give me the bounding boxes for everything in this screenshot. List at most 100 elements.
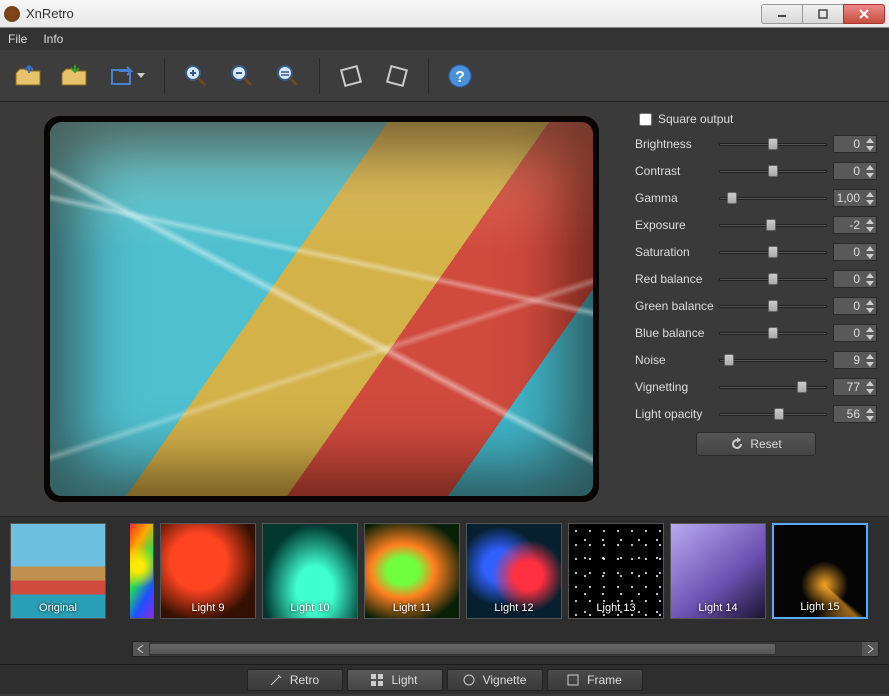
window-close-button[interactable] <box>843 4 885 24</box>
spin-up[interactable] <box>863 217 876 225</box>
tab-label: Light <box>391 673 417 687</box>
spin-up[interactable] <box>863 406 876 414</box>
scroll-left-button[interactable] <box>133 642 149 656</box>
spin-down[interactable] <box>863 306 876 314</box>
spin-down[interactable] <box>863 414 876 422</box>
zoom-out-button[interactable] <box>223 57 261 95</box>
spin-value[interactable] <box>833 297 863 315</box>
slider-noise[interactable] <box>719 353 827 367</box>
effect-thumbnail-prev[interactable] <box>130 523 154 619</box>
spin-up[interactable] <box>863 190 876 198</box>
spin-contrast[interactable] <box>833 162 877 180</box>
spin-value[interactable] <box>833 324 863 342</box>
spin-value[interactable] <box>833 378 863 396</box>
effect-thumbnail[interactable]: Light 12 <box>466 523 562 619</box>
spin-blue-balance[interactable] <box>833 324 877 342</box>
window-minimize-button[interactable] <box>761 4 803 24</box>
spin-down[interactable] <box>863 279 876 287</box>
spin-up[interactable] <box>863 136 876 144</box>
slider-label: Light opacity <box>635 407 719 421</box>
help-button[interactable]: ? <box>441 57 479 95</box>
spin-down[interactable] <box>863 252 876 260</box>
export-button[interactable] <box>102 57 152 95</box>
menu-file[interactable]: File <box>8 32 27 46</box>
slider-red-balance[interactable] <box>719 272 827 286</box>
slider-exposure[interactable] <box>719 218 827 232</box>
preview-area <box>0 102 627 516</box>
effect-thumbnail[interactable]: Light 11 <box>364 523 460 619</box>
effect-thumbnail[interactable]: Light 15 <box>772 523 868 619</box>
slider-brightness[interactable] <box>719 137 827 151</box>
slider-light-opacity[interactable] <box>719 407 827 421</box>
reset-button[interactable]: Reset <box>696 432 816 456</box>
spin-value[interactable] <box>833 189 863 207</box>
window-maximize-button[interactable] <box>802 4 844 24</box>
spin-value[interactable] <box>833 243 863 261</box>
spin-up[interactable] <box>863 379 876 387</box>
slider-saturation[interactable] <box>719 245 827 259</box>
tab-vignette[interactable]: Vignette <box>447 669 543 691</box>
spin-up[interactable] <box>863 325 876 333</box>
slider-row: Noise <box>635 350 877 370</box>
spin-down[interactable] <box>863 333 876 341</box>
spin-down[interactable] <box>863 171 876 179</box>
spin-light-opacity[interactable] <box>833 405 877 423</box>
rotate-right-button[interactable] <box>378 57 416 95</box>
spin-noise[interactable] <box>833 351 877 369</box>
spin-down[interactable] <box>863 225 876 233</box>
effect-thumbnail[interactable]: Light 10 <box>262 523 358 619</box>
spin-down[interactable] <box>863 198 876 206</box>
original-thumbnail[interactable]: Original <box>10 523 106 619</box>
spin-down[interactable] <box>863 387 876 395</box>
effect-thumbnail[interactable]: Light 14 <box>670 523 766 619</box>
rotate-left-button[interactable] <box>332 57 370 95</box>
slider-blue-balance[interactable] <box>719 326 827 340</box>
slider-row: Brightness <box>635 134 877 154</box>
spin-value[interactable] <box>833 351 863 369</box>
spin-brightness[interactable] <box>833 135 877 153</box>
spin-value[interactable] <box>833 135 863 153</box>
spin-green-balance[interactable] <box>833 297 877 315</box>
zoom-fit-button[interactable] <box>269 57 307 95</box>
spin-down[interactable] <box>863 360 876 368</box>
slider-green-balance[interactable] <box>719 299 827 313</box>
spin-saturation[interactable] <box>833 243 877 261</box>
spin-up[interactable] <box>863 244 876 252</box>
square-output-checkbox[interactable] <box>639 113 652 126</box>
slider-contrast[interactable] <box>719 164 827 178</box>
spin-value[interactable] <box>833 162 863 180</box>
spin-value[interactable] <box>833 216 863 234</box>
effect-thumbnail[interactable]: Light 9 <box>160 523 256 619</box>
spin-value[interactable] <box>833 270 863 288</box>
tab-frame[interactable]: Frame <box>547 669 643 691</box>
spin-up[interactable] <box>863 298 876 306</box>
save-button[interactable] <box>56 57 94 95</box>
save-folder-icon <box>60 63 90 89</box>
spin-down[interactable] <box>863 144 876 152</box>
scrollbar-thumb[interactable] <box>149 643 776 655</box>
chevron-down-icon <box>137 73 145 78</box>
spin-up[interactable] <box>863 271 876 279</box>
slider-gamma[interactable] <box>719 191 827 205</box>
slider-vignetting[interactable] <box>719 380 827 394</box>
spin-exposure[interactable] <box>833 216 877 234</box>
circle-icon <box>463 674 475 686</box>
tab-retro[interactable]: Retro <box>247 669 343 691</box>
spin-gamma[interactable] <box>833 189 877 207</box>
effects-strip: Original Light 9Light 10Light 11Light 12… <box>0 516 889 664</box>
effects-scrollbar[interactable] <box>132 641 879 657</box>
spin-up[interactable] <box>863 163 876 171</box>
rotate-right-icon <box>385 64 409 88</box>
scroll-right-button[interactable] <box>862 642 878 656</box>
adjustments-panel: Square output BrightnessContrastGammaExp… <box>627 102 889 516</box>
preview-image[interactable] <box>44 116 599 502</box>
zoom-in-button[interactable] <box>177 57 215 95</box>
effect-thumbnail[interactable]: Light 13 <box>568 523 664 619</box>
spin-up[interactable] <box>863 352 876 360</box>
spin-vignetting[interactable] <box>833 378 877 396</box>
menu-info[interactable]: Info <box>43 32 63 46</box>
open-button[interactable] <box>10 57 48 95</box>
spin-red-balance[interactable] <box>833 270 877 288</box>
tab-light[interactable]: Light <box>347 669 443 691</box>
spin-value[interactable] <box>833 405 863 423</box>
